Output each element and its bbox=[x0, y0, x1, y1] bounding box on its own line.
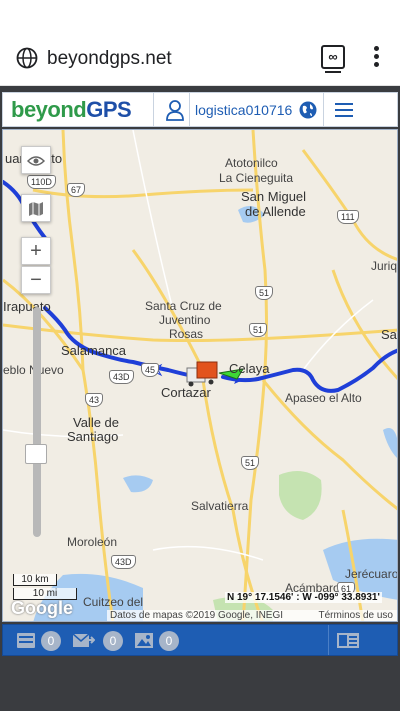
place-cortazar: Cortazar bbox=[161, 385, 211, 400]
road-shield-51c: 51 bbox=[241, 456, 260, 470]
empty-area bbox=[0, 657, 400, 711]
road-shield-43: 43 bbox=[85, 393, 104, 407]
app-header: beyondGPS logistica010716 bbox=[2, 92, 398, 127]
inbox-icon bbox=[17, 633, 35, 648]
terms-of-use-link[interactable]: Términos de uso bbox=[319, 610, 393, 621]
images-button[interactable]: 0 bbox=[135, 631, 185, 651]
bottom-toolbar: 0 0 0 bbox=[2, 624, 398, 656]
url-bar[interactable]: beyondgps.net bbox=[47, 48, 172, 70]
toolbar-divider bbox=[328, 625, 329, 655]
username-label[interactable]: logistica010716 bbox=[195, 102, 292, 118]
place-de-allende: de Allende bbox=[245, 204, 306, 219]
zoom-slider-handle[interactable] bbox=[25, 444, 47, 464]
more-vert-icon[interactable] bbox=[370, 46, 382, 70]
road-shield-51b: 51 bbox=[249, 323, 268, 337]
place-santa-cruz-line1: Santa Cruz de bbox=[145, 299, 222, 313]
place-irapuato: Irapuato bbox=[3, 299, 51, 314]
images-count-badge: 0 bbox=[159, 631, 179, 651]
map-attribution: Datos de mapas ©2019 Google, INEGI Térmi… bbox=[107, 610, 397, 621]
google-logo: Google bbox=[11, 598, 73, 618]
messages-button[interactable]: 0 bbox=[17, 631, 67, 651]
scale-km: 10 km bbox=[13, 574, 57, 586]
road-shield-43d: 43D bbox=[109, 370, 134, 384]
attribution-text: Datos de mapas ©2019 Google, INEGI bbox=[110, 610, 284, 621]
place-salamanca: Salamanca bbox=[61, 343, 127, 358]
map-view[interactable]: uanajuato Atotonilco La Cieneguita San M… bbox=[2, 129, 398, 622]
mail-send-icon bbox=[73, 633, 95, 647]
place-moroleon: Moroleón bbox=[67, 535, 118, 549]
hamburger-menu-icon[interactable] bbox=[335, 103, 353, 117]
tab-switcher-button[interactable]: ∞ bbox=[321, 45, 345, 73]
place-la-cieneguita: La Cieneguita bbox=[219, 171, 294, 185]
road-shield-110d: 110D bbox=[27, 175, 56, 189]
coordinates-readout: N 19° 17.1546' : W -099° 33.8931' bbox=[225, 592, 382, 603]
globe-icon bbox=[16, 47, 38, 69]
place-valle-line1: Valle de bbox=[73, 415, 120, 430]
place-santa-cruz-line3: Rosas bbox=[169, 327, 204, 341]
map-scale: 10 km 10 mi bbox=[13, 574, 77, 600]
zoom-out-button[interactable]: − bbox=[21, 266, 51, 294]
zoom-slider-track[interactable] bbox=[33, 307, 41, 537]
beyondgps-logo[interactable]: beyondGPS bbox=[11, 97, 132, 123]
place-sa: Sa bbox=[381, 327, 397, 342]
map-icon bbox=[29, 202, 43, 216]
road-shield-45: 45 bbox=[141, 363, 160, 377]
map-type-button[interactable] bbox=[21, 194, 51, 222]
place-cuitzeo: Cuitzeo del bbox=[83, 595, 144, 609]
place-celaya: Celaya bbox=[229, 361, 270, 376]
road-shield-51a: 51 bbox=[255, 286, 274, 300]
place-valle-line2: Santiago bbox=[67, 429, 119, 444]
place-atotonilco: Atotonilco bbox=[225, 156, 278, 170]
sent-count-badge: 0 bbox=[103, 631, 123, 651]
place-jerecuaro: Jerécuaro bbox=[345, 567, 398, 581]
place-juriq: Juriq bbox=[371, 259, 398, 273]
panel-toggle-icon[interactable] bbox=[337, 633, 359, 648]
eye-icon bbox=[26, 156, 46, 166]
road-shield-43d-south: 43D bbox=[111, 555, 136, 569]
place-santa-cruz-line2: Juventino bbox=[159, 313, 211, 327]
zoom-in-button[interactable]: + bbox=[21, 237, 51, 265]
image-icon bbox=[135, 633, 153, 648]
world-icon[interactable] bbox=[299, 101, 317, 119]
road-shield-111: 111 bbox=[337, 210, 359, 224]
user-icon[interactable] bbox=[165, 99, 185, 121]
layer-visibility-button[interactable] bbox=[21, 146, 51, 174]
road-shield-67: 67 bbox=[67, 183, 86, 197]
place-apaseo: Apaseo el Alto bbox=[285, 391, 362, 405]
messages-count-badge: 0 bbox=[41, 631, 61, 651]
place-salvatierra: Salvatierra bbox=[191, 499, 249, 513]
place-san-miguel: San Miguel bbox=[241, 189, 307, 204]
sent-messages-button[interactable]: 0 bbox=[73, 631, 129, 651]
browser-toolbar: beyondgps.net ∞ bbox=[0, 0, 400, 86]
